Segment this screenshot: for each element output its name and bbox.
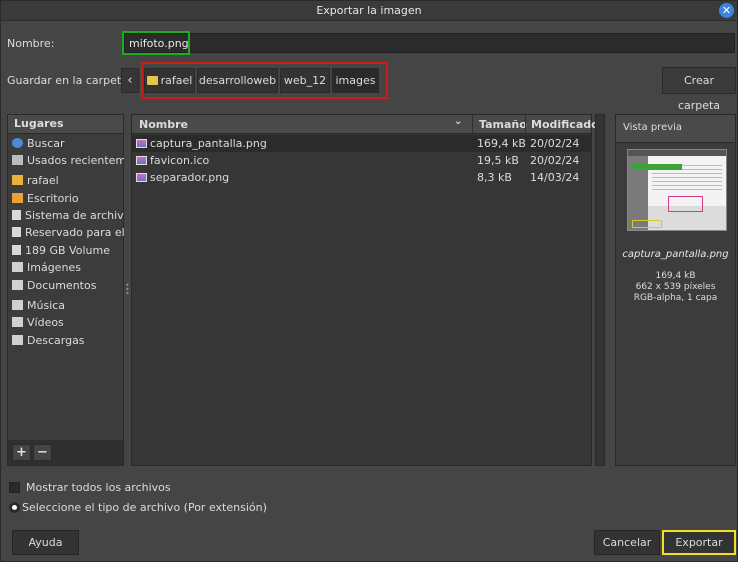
close-icon[interactable]: ✕ — [719, 3, 734, 18]
preview-file-name: captura_pantalla.png — [622, 249, 729, 260]
place-rafael[interactable]: rafael — [12, 172, 124, 189]
show-all-files-label: Mostrar todos los archivos — [26, 481, 171, 494]
preview-mode: RGB-alpha, 1 capa — [633, 293, 718, 303]
file-list: Nombre ⌄ Tamaño Modificado captura_panta… — [131, 114, 599, 466]
save-folder-label: Guardar en la carpeta: — [7, 74, 132, 87]
cancel-button[interactable]: Cancelar — [594, 530, 660, 555]
preview-panel: Vista previa captura_pantalla.png 169,4 … — [615, 114, 736, 466]
preview-size: 169,4 kB — [655, 271, 696, 281]
search-icon — [12, 138, 23, 148]
place-videos[interactable]: Vídeos — [12, 314, 124, 331]
file-list-header: Nombre ⌄ Tamaño Modificado — [132, 115, 599, 134]
name-highlight-box — [122, 31, 190, 55]
help-button[interactable]: Ayuda — [12, 530, 79, 555]
recent-icon — [12, 155, 23, 165]
sort-descending-icon[interactable]: ⌄ — [454, 116, 462, 127]
places-toolbar: + − — [8, 440, 123, 465]
drive-icon — [12, 227, 21, 237]
show-all-files-checkbox[interactable] — [9, 482, 20, 493]
file-list-scrollbar[interactable] — [595, 114, 605, 466]
place-label: Usados recientemente — [27, 154, 124, 167]
file-row[interactable]: favicon.ico 19,5 kB 20/02/24 — [132, 152, 591, 169]
breadcrumb-highlight-box — [141, 62, 388, 99]
place-label: Vídeos — [27, 316, 64, 329]
place-label: 189 GB Volume — [25, 244, 110, 257]
desktop-icon — [12, 193, 23, 203]
folder-icon — [12, 335, 23, 345]
preview-header: Vista previa — [616, 115, 735, 143]
file-row[interactable]: separador.png 8,3 kB 14/03/24 — [132, 169, 591, 186]
place-label: Música — [27, 299, 66, 312]
drive-icon — [12, 245, 21, 255]
export-button[interactable]: Exportar — [662, 530, 736, 555]
place-reserved[interactable]: Reservado para el sistema — [12, 224, 124, 241]
image-file-icon — [136, 156, 147, 165]
file-size: 169,4 kB — [477, 137, 526, 150]
pane-splitter-handle[interactable]: • • • — [125, 282, 130, 298]
file-type-label[interactable]: Seleccione el tipo de archivo (Por exten… — [22, 501, 267, 514]
image-file-icon — [136, 173, 147, 182]
file-size: 8,3 kB — [477, 171, 512, 184]
column-divider — [472, 115, 473, 134]
place-label: rafael — [27, 174, 59, 187]
image-file-icon — [136, 139, 147, 148]
file-modified: 14/03/24 — [530, 171, 580, 184]
place-volume[interactable]: 189 GB Volume — [12, 242, 124, 259]
folder-icon — [12, 280, 23, 290]
file-row[interactable]: captura_pantalla.png 169,4 kB 20/02/24 — [132, 135, 591, 152]
place-label: Reservado para el sistema — [25, 226, 124, 239]
place-label: Escritorio — [27, 192, 79, 205]
folder-icon — [12, 262, 23, 272]
place-label: Imágenes — [27, 261, 81, 274]
preview-dimensions: 662 x 539 píxeles — [635, 282, 716, 292]
breadcrumb-back-button[interactable]: ‹ — [121, 68, 139, 93]
preview-thumbnail[interactable] — [627, 149, 727, 231]
place-imagenes[interactable]: Imágenes — [12, 259, 124, 276]
name-label: Nombre: — [7, 37, 55, 50]
place-buscar[interactable]: Buscar — [12, 135, 124, 152]
file-modified: 20/02/24 — [530, 154, 580, 167]
file-name: separador.png — [150, 171, 230, 184]
place-documentos[interactable]: Documentos — [12, 277, 124, 294]
file-name: favicon.ico — [150, 154, 210, 167]
place-escritorio[interactable]: Escritorio — [12, 190, 124, 207]
column-divider — [525, 115, 526, 134]
folder-icon — [12, 300, 23, 310]
dialog-title: Exportar la imagen — [316, 4, 422, 17]
place-recent[interactable]: Usados recientemente — [12, 152, 124, 169]
place-label: Documentos — [27, 279, 97, 292]
drive-icon — [12, 210, 21, 220]
places-header[interactable]: Lugares — [8, 115, 123, 134]
place-label: Sistema de archivos — [25, 209, 124, 222]
place-musica[interactable]: Música — [12, 297, 124, 314]
place-label: Descargas — [27, 334, 85, 347]
file-size: 19,5 kB — [477, 154, 519, 167]
export-image-dialog: Exportar la imagen ✕ Nombre: mifoto.png … — [0, 0, 738, 562]
column-name-header[interactable]: Nombre — [139, 118, 188, 131]
file-type-expander[interactable] — [9, 502, 20, 513]
file-modified: 20/02/24 — [530, 137, 580, 150]
place-descargas[interactable]: Descargas — [12, 332, 124, 349]
place-filesystem[interactable]: Sistema de archivos — [12, 207, 124, 224]
home-folder-icon — [12, 175, 23, 185]
folder-icon — [12, 317, 23, 327]
remove-place-button[interactable]: − — [33, 444, 52, 461]
create-folder-button[interactable]: Crear carpeta — [662, 67, 736, 112]
column-size-header[interactable]: Tamaño — [479, 118, 527, 131]
file-name-input[interactable] — [124, 33, 735, 53]
title-bar: Exportar la imagen ✕ — [1, 1, 737, 21]
file-name: captura_pantalla.png — [150, 137, 267, 150]
column-modified-header[interactable]: Modificado — [531, 118, 599, 131]
places-panel: Lugares Buscar Usados recientemente rafa… — [7, 114, 124, 466]
place-label: Buscar — [27, 137, 65, 150]
add-place-button[interactable]: + — [12, 444, 31, 461]
